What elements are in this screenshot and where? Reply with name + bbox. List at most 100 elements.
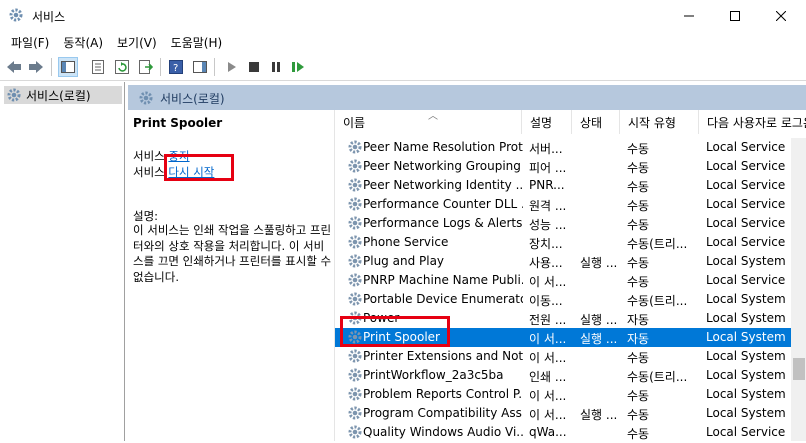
service-logon-cell: Local System xyxy=(706,387,786,401)
service-startup-type-cell: 수동 xyxy=(627,408,650,422)
vertical-scrollbar[interactable] xyxy=(791,138,806,441)
service-description-cell: 이 서... xyxy=(529,275,567,289)
play-icon xyxy=(228,62,236,72)
back-button[interactable] xyxy=(4,57,24,77)
highlight-box-print-spooler xyxy=(340,316,450,347)
help-button[interactable]: ? xyxy=(166,57,186,77)
minimize-button[interactable] xyxy=(666,0,712,31)
service-status-cell: 실행 ... xyxy=(580,256,618,270)
service-gear-icon xyxy=(347,272,363,288)
service-gear-icon xyxy=(347,424,363,440)
service-description-cell: 이 서... xyxy=(529,389,567,403)
menu-file[interactable]: 파일(F) xyxy=(4,31,56,53)
maximize-icon xyxy=(730,10,740,21)
service-startup-type-cell: 자동 xyxy=(627,332,650,346)
service-row[interactable]: Portable Device Enumerato... 이동... 수동(트리..… xyxy=(335,290,791,309)
service-row[interactable]: Program Compatibility Assi... 이 서... 실행 ..… xyxy=(335,404,791,423)
scrollbar-thumb[interactable] xyxy=(793,358,805,380)
service-description-cell: 전원 ... xyxy=(529,313,567,327)
service-gear-icon xyxy=(347,291,363,307)
tree-item-label: 서비스(로컬) xyxy=(26,88,91,103)
service-gear-icon xyxy=(347,139,363,155)
column-desc-label: 설명 xyxy=(530,116,553,130)
column-header-name[interactable]: ︿ 이름 xyxy=(335,110,522,134)
menu-bar: 파일(F) 동작(A) 보기(V) 도움말(H) xyxy=(0,31,806,53)
restart-icon xyxy=(292,62,304,72)
service-name-cell: Phone Service xyxy=(363,235,449,249)
svg-text:?: ? xyxy=(173,63,178,74)
column-header-status[interactable]: 상태 xyxy=(572,110,620,134)
service-name-heading: Print Spooler xyxy=(133,116,223,130)
service-row[interactable]: Performance Counter DLL ... 원격 ... 수동 Local… xyxy=(335,195,791,214)
service-row[interactable]: Performance Logs & Alerts 성능 ... 수동 Local S… xyxy=(335,214,791,233)
start-service-button[interactable] xyxy=(222,57,242,77)
service-row[interactable]: PNRP Machine Name Publi... 이 서... 수동 Local … xyxy=(335,271,791,290)
pause-service-button[interactable] xyxy=(266,57,286,77)
service-description-cell: 이 서... xyxy=(529,351,567,365)
column-logon-label: 다음 사용자로 로그온 xyxy=(707,116,806,130)
service-row[interactable]: PrintWorkflow_2a3c5ba 인쇄 ... 수동(트리... Local… xyxy=(335,366,791,385)
service-logon-cell: Local System xyxy=(706,254,786,268)
refresh-button[interactable] xyxy=(112,57,132,77)
services-gear-icon xyxy=(7,88,21,102)
service-startup-type-cell: 수동 xyxy=(627,199,650,213)
service-gear-icon xyxy=(347,234,363,250)
back-arrow-icon xyxy=(7,61,21,73)
service-startup-type-cell: 수동 xyxy=(627,256,650,270)
export-list-button[interactable] xyxy=(136,57,156,77)
service-gear-icon xyxy=(347,158,363,174)
service-description-cell: 서버... xyxy=(529,142,563,156)
properties-icon xyxy=(92,60,104,74)
stop-icon xyxy=(249,62,259,72)
service-startup-type-cell: 수동(트리... xyxy=(627,294,688,308)
menu-help[interactable]: 도움말(H) xyxy=(164,31,230,53)
menu-view[interactable]: 보기(V) xyxy=(110,31,164,53)
service-description-cell: 사용... xyxy=(529,256,563,270)
column-header-description[interactable]: 설명 xyxy=(522,110,572,134)
service-row[interactable]: Peer Name Resolution Prot... 서버... 수동 Local… xyxy=(335,138,791,157)
show-hide-console-tree-button[interactable] xyxy=(58,57,78,77)
forward-arrow-icon xyxy=(29,61,43,73)
service-startup-type-cell: 수동 xyxy=(627,161,650,175)
service-name-cell: Portable Device Enumerato... xyxy=(363,292,523,306)
service-row[interactable]: Peer Networking Grouping 피어 ... 수동 Local Se… xyxy=(335,157,791,176)
service-logon-cell: Local Service xyxy=(706,216,786,230)
service-name-cell: Peer Networking Identity ... xyxy=(363,178,523,192)
service-description-cell: PNR... xyxy=(529,178,565,192)
service-gear-icon xyxy=(347,367,363,383)
service-description-cell: 이 서... xyxy=(529,332,567,346)
title-bar: 서비스 xyxy=(0,0,806,31)
service-gear-icon xyxy=(347,386,363,402)
service-logon-cell: Local System xyxy=(706,330,786,344)
forward-button[interactable] xyxy=(26,57,46,77)
service-startup-type-cell: 수동 xyxy=(627,427,650,441)
console-tree: 서비스(로컬) xyxy=(0,82,125,441)
service-row[interactable]: Problem Reports Control P... 이 서... 수동 Loca… xyxy=(335,385,791,404)
close-button[interactable] xyxy=(758,0,804,31)
tree-item-services-local[interactable]: 서비스(로컬) xyxy=(4,86,122,104)
column-header-startup-type[interactable]: 시작 유형 xyxy=(620,110,699,134)
services-list: ︿ 이름 설명 상태 시작 유형 다음 사용자로 로그온 Peer Name R… xyxy=(334,110,806,441)
service-logon-cell: Local Service xyxy=(706,178,786,192)
service-name-cell: PrintWorkflow_2a3c5ba xyxy=(363,368,504,382)
restart-service-button[interactable] xyxy=(288,57,308,77)
column-header-logon-as[interactable]: 다음 사용자로 로그온 xyxy=(699,110,806,134)
service-row[interactable]: Quality Windows Audio Vi... qWa... 수동 Local… xyxy=(335,423,791,442)
service-row[interactable]: Printer Extensions and Noti... 이 서... 수동 Lo… xyxy=(335,347,791,366)
service-gear-icon xyxy=(347,253,363,269)
column-type-label: 시작 유형 xyxy=(628,116,676,130)
service-startup-type-cell: 자동 xyxy=(627,313,650,327)
properties-button[interactable] xyxy=(88,57,108,77)
service-description-cell: 이동... xyxy=(529,294,563,308)
service-row[interactable]: Peer Networking Identity ... PNR... 수동 Loca… xyxy=(335,176,791,195)
sort-ascending-icon: ︿ xyxy=(428,111,438,122)
menu-action[interactable]: 동작(A) xyxy=(56,31,110,53)
stop-service-button[interactable] xyxy=(244,57,264,77)
main-header: 서비스(로컬) xyxy=(128,85,806,110)
maximize-button[interactable] xyxy=(712,0,758,31)
service-name-cell: Peer Name Resolution Prot... xyxy=(363,140,523,154)
service-row[interactable]: Phone Service 장치... 수동(트리... Local Service xyxy=(335,233,791,252)
service-row[interactable]: Plug and Play 사용... 실행 ... 수동 Local System xyxy=(335,252,791,271)
service-name-cell: Performance Counter DLL ... xyxy=(363,197,523,211)
show-action-pane-button[interactable] xyxy=(190,57,210,77)
